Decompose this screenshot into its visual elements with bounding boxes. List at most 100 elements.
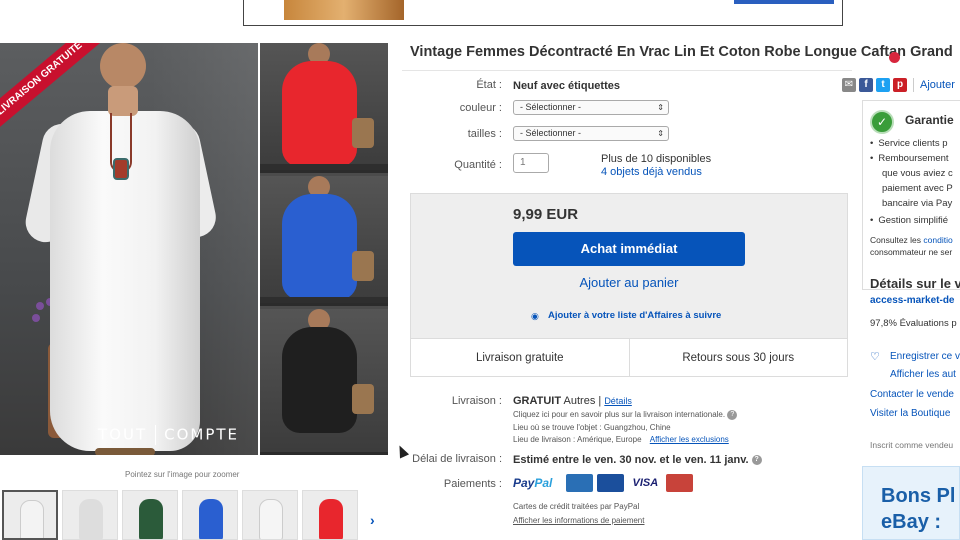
share-bar: ✉ f t p Ajouter [842, 78, 955, 92]
chevron-right-icon[interactable]: › [370, 512, 375, 528]
ship-to: Lieu de livraison : Amérique, Europe Aff… [513, 435, 729, 444]
select-caret-icon: ⇕ [657, 103, 664, 112]
amex-card-icon [566, 474, 594, 492]
livraison-value: GRATUIT Autres | Détails [513, 395, 632, 407]
quantite-label: Quantité : [454, 159, 502, 171]
facebook-icon[interactable]: f [859, 78, 873, 92]
tailles-select[interactable]: - Sélectionner - ⇕ [513, 126, 669, 141]
consultez-text: Consultez les conditio [870, 235, 953, 245]
guarantee-bullet: Service clients p [870, 138, 947, 149]
red-dress [282, 61, 357, 167]
guarantee-bullet-cont: paiement avec P [882, 183, 953, 194]
paiements-label: Paiements : [443, 478, 502, 490]
conditions-link[interactable]: conditio [923, 235, 952, 245]
ship-to-text: Lieu de livraison : Amérique, Europe [513, 435, 642, 444]
paypal-logo-a: Pay [513, 476, 535, 490]
price: 9,99 EUR [513, 206, 579, 223]
contact-seller-link[interactable]: Contacter le vende [870, 389, 954, 400]
email-icon[interactable]: ✉ [842, 78, 856, 92]
watermark-right: COMPTE [164, 425, 240, 444]
eye-icon: ◉ [531, 311, 539, 321]
mastercard-card-icon [666, 474, 694, 492]
variant-black[interactable] [260, 309, 388, 455]
variant-red[interactable] [260, 43, 388, 173]
bons-plans-ad[interactable]: Bons Pl eBay : [862, 466, 960, 540]
guarantee-bullet-cont: que vous aviez c [882, 168, 953, 179]
etat-label: État : [476, 79, 502, 91]
payment-details-link[interactable]: Afficher les informations de paiement [513, 516, 644, 525]
etat-value: Neuf avec étiquettes [513, 80, 620, 92]
delai-value-text: Estimé entre le ven. 30 nov. et le ven. … [513, 454, 749, 466]
shoes [95, 448, 155, 455]
delai-value: Estimé entre le ven. 30 nov. et le ven. … [513, 454, 762, 466]
variant-images [260, 43, 388, 455]
heart-icon[interactable]: ♡ [870, 350, 880, 363]
twitter-icon[interactable]: t [876, 78, 890, 92]
paypal-logo-b: Pal [534, 476, 553, 490]
tout-compte-watermark: TOUT COMPTE [98, 425, 239, 445]
thumbnail[interactable] [62, 490, 118, 540]
guarantee-bullet: Remboursement [870, 153, 948, 164]
pinterest-icon[interactable]: p [893, 78, 907, 92]
exclusions-link[interactable]: Afficher les exclusions [650, 435, 729, 444]
show-other-items-link[interactable]: Afficher les aut [890, 369, 956, 380]
thumbnail[interactable] [182, 490, 238, 540]
thumbnail[interactable] [2, 490, 58, 540]
banner-button[interactable] [734, 0, 834, 4]
seller-evaluations: 97,8% Évaluations p [870, 318, 957, 329]
banner-image [284, 0, 404, 20]
main-product-image[interactable]: LIVRAISON GRATUITE [0, 43, 258, 455]
couleur-select-value: - Sélectionner - [520, 102, 582, 112]
couleur-select[interactable]: - Sélectionner - ⇕ [513, 100, 669, 115]
info-icon[interactable]: ? [727, 410, 738, 420]
add-to-list-link[interactable]: Ajouter [920, 79, 955, 91]
zoom-hint: Pointez sur l'image pour zoomer [125, 470, 240, 479]
intl-shipping-text: Cliquez ici pour en savoir plus sur la l… [513, 410, 726, 420]
blue-dress [282, 194, 357, 300]
seller-name-link[interactable]: access-market-de [870, 295, 955, 306]
delai-label: Délai de livraison : [412, 453, 502, 465]
thumbnail[interactable] [302, 490, 358, 540]
sold-count-link[interactable]: 4 objets déjà vendus [601, 166, 702, 178]
intl-shipping-note: Cliquez ici pour en savoir plus sur la l… [513, 410, 738, 420]
select-caret-icon: ⇕ [657, 129, 664, 138]
livraison-autres: Autres | [563, 395, 602, 407]
free-shipping-text: Livraison gratuite [411, 339, 630, 376]
paypal-logo: PayPal [513, 476, 552, 490]
seller-since: Inscrit comme vendeu [870, 440, 954, 450]
visit-shop-link[interactable]: Visiter la Boutique [870, 408, 950, 419]
watermark-left: TOUT [98, 425, 148, 444]
add-to-watchlist-link[interactable]: Ajouter à votre liste d'Affaires à suivr… [548, 310, 721, 321]
couleur-label: couleur : [459, 102, 502, 114]
livraison-label: Livraison : [451, 395, 502, 407]
save-seller-link[interactable]: Enregistrer ce v [890, 351, 960, 362]
guarantee-bullet-cont: bancaire via Pay [882, 198, 953, 209]
consultez-text-a: Consultez les [870, 235, 922, 245]
livraison-gratuit: GRATUIT [513, 395, 562, 407]
thumbnail-strip [0, 490, 390, 540]
item-location: Lieu où se trouve l'objet : Guangzhou, C… [513, 423, 671, 432]
bons-plans-text: Bons Pl [881, 485, 956, 507]
model-neck [108, 86, 138, 116]
livraison-details-link[interactable]: Détails [604, 396, 632, 406]
shield-icon: ✓ [870, 110, 894, 134]
bons-plans-text: eBay : [881, 511, 942, 533]
variant-blue[interactable] [260, 176, 388, 306]
thumbnail[interactable] [242, 490, 298, 540]
guarantee-bullet: Gestion simplifié [870, 215, 948, 226]
guarantee-title: Garantie [905, 113, 954, 127]
thumbnail[interactable] [122, 490, 178, 540]
quantity-input[interactable]: 1 [513, 153, 549, 173]
seller-details-title: Détails sur le v [870, 276, 960, 291]
model-head [100, 43, 146, 89]
payment-logos: PayPal VISA [513, 474, 694, 492]
cards-note: Cartes de crédit traitées par PayPal [513, 502, 640, 511]
shipping-returns-bar: Livraison gratuite Retours sous 30 jours [410, 339, 848, 377]
buy-now-button[interactable]: Achat immédiat [513, 232, 745, 266]
visa-card-icon: VISA [628, 474, 663, 492]
divider [402, 70, 852, 71]
top-ad-banner[interactable] [243, 0, 843, 26]
add-to-cart-link[interactable]: Ajouter au panier [513, 275, 745, 290]
info-icon[interactable]: ? [751, 455, 762, 466]
record-indicator-icon [889, 52, 900, 63]
